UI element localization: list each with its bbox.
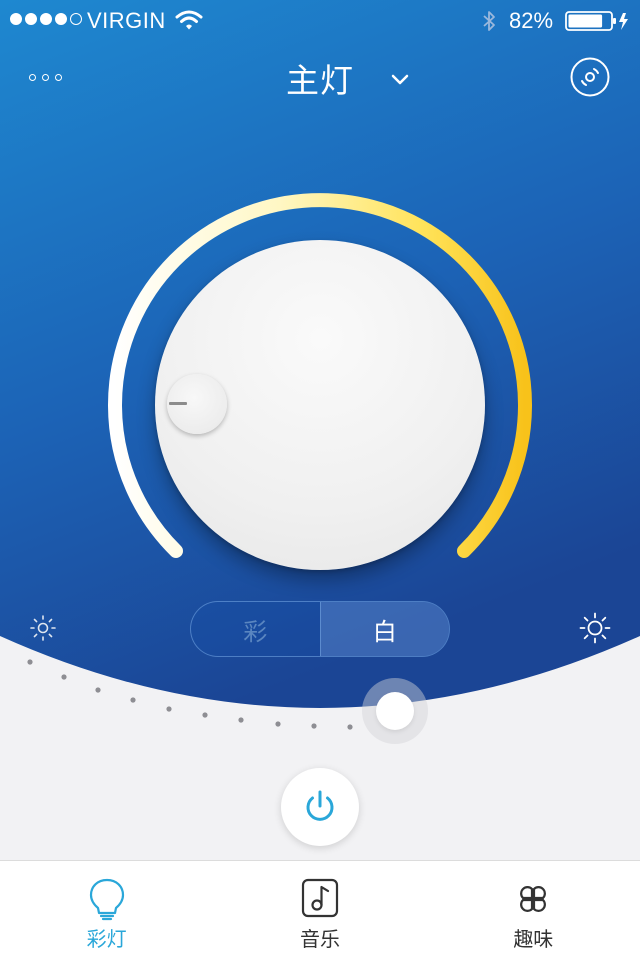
slider-tick [61,674,67,680]
bluetooth-icon [483,11,495,31]
slider-tick [311,723,317,729]
battery-icon [565,11,628,31]
slider-tick [347,724,353,730]
more-dots-icon [28,73,36,81]
slider-tick [27,659,33,665]
status-bar: VIRGIN 82% [0,0,640,40]
tab-label: 彩灯 [86,927,127,951]
slider-tick [166,706,172,712]
bulb-icon [89,878,124,921]
slider-tick [275,721,281,727]
disc-icon[interactable] [569,56,611,98]
slider-tick [202,712,208,718]
brightness-slider-thumb[interactable] [376,692,414,730]
signal-dot [25,13,37,25]
signal-dot [55,13,67,25]
more-dot [54,73,62,81]
color-temperature-dial[interactable] [0,160,640,610]
signal-strength-icon [10,13,82,25]
more-dot [41,73,49,81]
tab-label: 音乐 [299,927,340,951]
signal-dot [40,13,52,25]
wifi-icon [175,10,203,30]
tab-fun[interactable]: 趣味 [427,861,640,960]
signal-dot [10,13,22,25]
more-options-button[interactable] [24,60,66,94]
chevron-down-icon [391,74,409,85]
music-note-icon [301,878,339,918]
tab-bar: 彩灯 音乐 趣味 [0,860,640,960]
main-panel: VIRGIN 82% 主灯 彩 白 [0,0,640,860]
slider-tick [95,687,101,693]
tab-music[interactable]: 音乐 [213,861,426,960]
carrier-name: VIRGIN [87,8,166,33]
knob-indicator-mark [169,402,187,405]
knob-indicator[interactable] [167,374,227,434]
power-button[interactable] [281,768,359,846]
page-title: 主灯 [286,61,354,100]
bolt-icon [619,13,628,30]
sun-small-icon [30,615,56,641]
slider-tick [238,717,244,723]
slider-tick [130,697,136,703]
tab-label: 趣味 [513,927,554,951]
battery-percent: 82% [509,8,554,33]
dial-knob[interactable] [155,240,485,570]
signal-dot [70,13,82,25]
brightness-slider[interactable] [0,640,640,760]
tab-color-light[interactable]: 彩灯 [0,861,213,960]
power-icon [306,790,334,821]
light-selector[interactable]: 主灯 [270,52,430,104]
clover-icon [520,886,547,912]
